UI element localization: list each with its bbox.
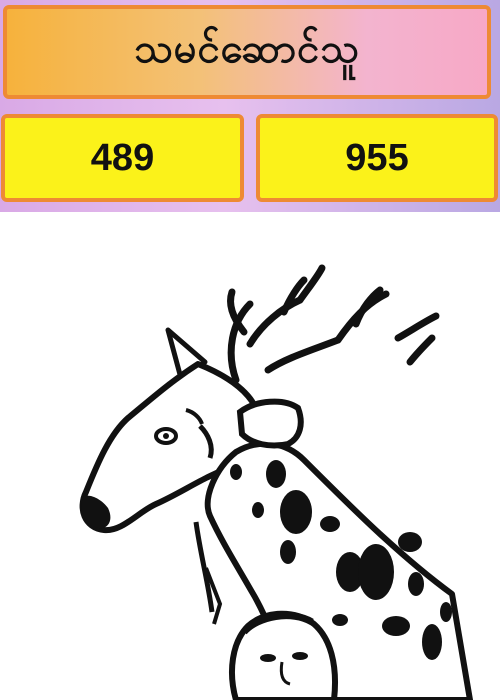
number-box-right: 955 [256,114,498,202]
number-box-left: 489 [1,114,244,202]
number-right: 955 [345,136,409,179]
title-banner: သမင်ဆောင်သူ [3,5,491,99]
page-title: သမင်ဆောင်သူ [134,25,360,72]
person-figure [229,610,338,700]
number-left: 489 [90,136,155,179]
deer-illustration [0,212,500,700]
deer-drawing [79,264,473,700]
neck-band [236,398,304,449]
antlers [227,264,440,384]
